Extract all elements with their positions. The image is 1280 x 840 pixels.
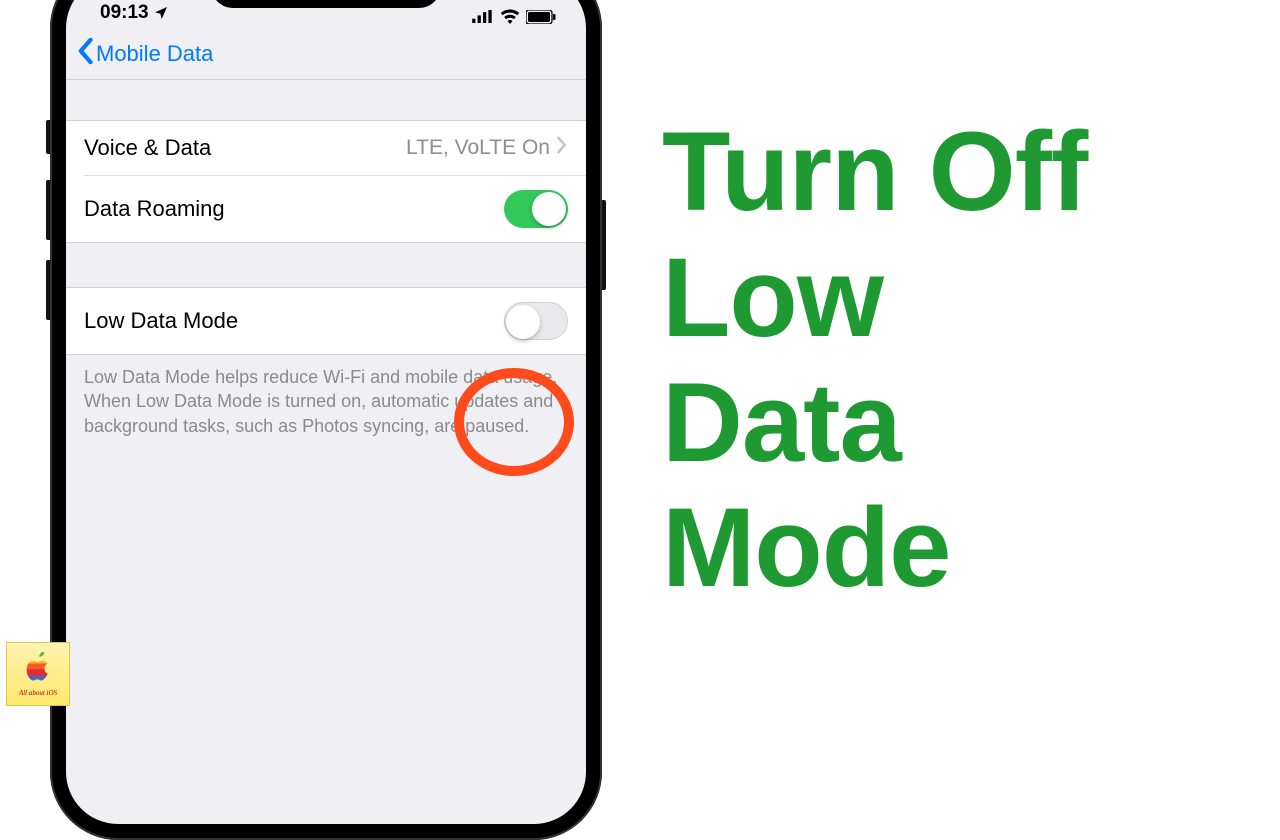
phone-screen: 09:13 — [66, 0, 586, 824]
title-line-3: Data — [662, 360, 1280, 485]
low-data-mode-description: Low Data Mode helps reduce Wi-Fi and mob… — [66, 355, 586, 448]
status-time: 09:13 — [100, 2, 149, 24]
thumbnail-title: Turn Off Low Data Mode — [662, 109, 1280, 611]
mute-switch — [46, 120, 50, 154]
volume-down-button — [46, 260, 50, 320]
cellular-signal-icon — [472, 10, 494, 23]
chevron-right-icon — [556, 136, 568, 160]
back-label: Mobile Data — [96, 41, 213, 67]
settings-group-2: Low Data Mode — [66, 287, 586, 355]
settings-group-1: Voice & Data LTE, VoLTE On Data Roaming — [66, 120, 586, 243]
notch — [211, 0, 441, 8]
data-roaming-row: Data Roaming — [66, 176, 586, 242]
phone-frame: 09:13 — [50, 80, 602, 640]
chevron-left-icon — [76, 37, 94, 71]
voice-and-data-row[interactable]: Voice & Data LTE, VoLTE On — [66, 121, 586, 175]
title-line-2: Low — [662, 235, 1280, 360]
channel-badge: All about iOS — [6, 642, 70, 706]
wifi-icon — [500, 9, 520, 24]
low-data-mode-row: Low Data Mode — [66, 288, 586, 354]
title-line-1: Turn Off — [662, 109, 1280, 234]
data-roaming-label: Data Roaming — [84, 196, 225, 222]
nav-header: Mobile Data — [66, 28, 586, 80]
voice-and-data-label: Voice & Data — [84, 135, 211, 161]
back-button[interactable]: Mobile Data — [76, 37, 213, 71]
battery-icon — [526, 10, 556, 24]
apple-logo-icon — [23, 652, 53, 687]
low-data-mode-label: Low Data Mode — [84, 308, 238, 334]
title-line-4: Mode — [662, 485, 1280, 610]
location-icon — [153, 5, 169, 21]
voice-and-data-value: LTE, VoLTE On — [406, 136, 550, 160]
power-button — [602, 200, 606, 290]
data-roaming-toggle[interactable] — [504, 190, 568, 228]
low-data-mode-toggle[interactable] — [504, 302, 568, 340]
volume-up-button — [46, 180, 50, 240]
channel-badge-caption: All about iOS — [19, 689, 57, 697]
